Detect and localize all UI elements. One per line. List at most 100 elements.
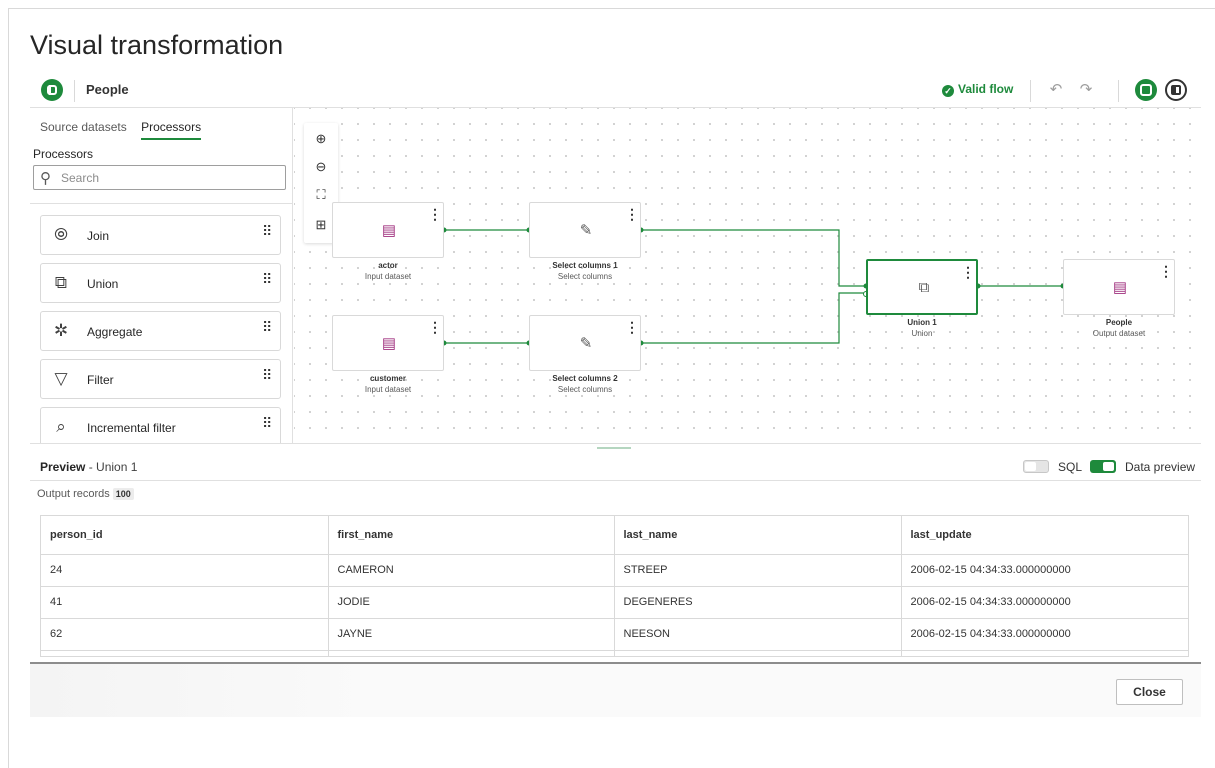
node-select-columns-2[interactable]: ✎ ⋮ xyxy=(529,315,641,371)
table-cell: CAMERON xyxy=(328,554,615,587)
table-cell: NEESON xyxy=(614,618,902,651)
sql-toggle[interactable] xyxy=(1023,460,1049,473)
table-row: 62 JAYNE NEESON 2006-02-15 04:34:33.0000… xyxy=(41,618,1188,651)
node-subtitle: Union xyxy=(911,329,933,338)
union-icon: ⧉ xyxy=(918,279,930,296)
select-columns-icon: ✎ xyxy=(579,335,593,352)
edge-select2-union xyxy=(641,292,866,344)
column-header[interactable]: last_name xyxy=(614,516,902,555)
processor-union[interactable]: ⧉ Union ⠿ xyxy=(40,263,281,303)
select-columns-icon: ✎ xyxy=(579,222,593,239)
close-button[interactable]: Close xyxy=(1116,679,1183,705)
drag-handle-icon[interactable]: ⠿ xyxy=(262,224,272,238)
preview-label: Preview xyxy=(40,460,86,474)
more-options-icon[interactable]: ⋮ xyxy=(1159,264,1173,278)
undo-icon[interactable]: ↶ xyxy=(1046,80,1066,98)
edge-select1-union xyxy=(641,229,866,287)
union-icon: ⧉ xyxy=(54,273,68,292)
search-box: ⚲ xyxy=(33,165,286,190)
sql-toggle-label: SQL xyxy=(1058,460,1083,474)
data-preview-toggle[interactable] xyxy=(1090,460,1116,473)
processor-label: Union xyxy=(87,277,119,291)
resize-handle[interactable] xyxy=(597,447,631,449)
table-cell: JAYNE xyxy=(328,618,615,651)
processor-label: Join xyxy=(87,229,110,243)
processor-label: Incremental filter xyxy=(87,421,176,435)
preview-separator: - xyxy=(85,460,97,474)
more-options-icon[interactable]: ⋮ xyxy=(428,320,442,334)
toolbar-divider xyxy=(1118,80,1119,102)
flow-panel-toggle-icon[interactable] xyxy=(41,79,63,101)
flow-canvas[interactable]: ⊕ ⊖ ⛶ ⊞ ▤ ⋮ actor Input dataset ✎ ⋮ Sele… xyxy=(294,108,1201,443)
table-header-row: person_id first_name last_name last_upda… xyxy=(41,516,1188,555)
node-title: Union 1 xyxy=(907,318,937,327)
output-records-count: 100 xyxy=(112,488,134,500)
table-cell: 2006-02-15 04:34:33.000000000 xyxy=(901,586,1188,619)
node-title: Select columns 2 xyxy=(552,374,618,383)
drag-handle-icon[interactable]: ⠿ xyxy=(262,272,272,286)
table-cell: JODIE xyxy=(328,586,615,619)
aggregate-icon: ✲ xyxy=(53,321,69,340)
table-cell: STREEP xyxy=(614,554,902,587)
more-options-icon[interactable]: ⋮ xyxy=(961,265,975,279)
node-title: customer xyxy=(369,374,406,383)
check-circle-icon: ✓ xyxy=(942,85,954,97)
flow-status: ✓ Valid flow xyxy=(942,82,1013,97)
table-row: 24 CAMERON STREEP 2006-02-15 04:34:33.00… xyxy=(41,554,1188,587)
tab-processors[interactable]: Processors xyxy=(141,120,202,140)
redo-icon[interactable]: ↷ xyxy=(1076,80,1096,98)
preview-panel-toggle-icon[interactable] xyxy=(1135,79,1157,101)
more-options-icon[interactable]: ⋮ xyxy=(428,207,442,221)
drag-handle-icon[interactable]: ⠿ xyxy=(262,416,272,430)
dialog-footer xyxy=(30,664,1201,717)
zoom-in-icon[interactable]: ⊕ xyxy=(304,125,338,153)
data-preview-toggle-label: Data preview xyxy=(1125,460,1196,474)
dataset-icon: ▤ xyxy=(1112,279,1128,296)
node-subtitle: Input dataset xyxy=(364,272,412,281)
node-title: actor xyxy=(378,261,398,270)
processor-filter[interactable]: ▽ Filter ⠿ xyxy=(40,359,281,399)
column-header[interactable]: last_update xyxy=(901,516,1188,555)
flow-status-label: Valid flow xyxy=(958,82,1014,96)
flow-toolbar: People ✓ Valid flow ↶ ↷ xyxy=(30,72,1201,108)
processor-label: Aggregate xyxy=(87,325,143,339)
node-customer[interactable]: ▤ ⋮ xyxy=(332,315,444,371)
processor-join[interactable]: ⦾ Join ⠿ xyxy=(40,215,281,255)
preview-table[interactable]: person_id first_name last_name last_upda… xyxy=(40,515,1189,657)
divider xyxy=(30,203,292,204)
search-input[interactable] xyxy=(61,170,271,186)
table-cell xyxy=(614,650,902,656)
node-select-columns-1[interactable]: ✎ ⋮ xyxy=(529,202,641,258)
column-header[interactable]: person_id xyxy=(41,516,329,555)
processor-aggregate[interactable]: ✲ Aggregate ⠿ xyxy=(40,311,281,351)
preview-title: Preview - Union 1 xyxy=(40,460,137,474)
node-union-1[interactable]: ⧉ ⋮ xyxy=(866,259,978,315)
toolbar-divider xyxy=(74,80,75,102)
flow-name: People xyxy=(86,82,129,97)
node-subtitle: Input dataset xyxy=(364,385,412,394)
properties-panel-toggle-icon[interactable] xyxy=(1165,79,1187,101)
table-cell xyxy=(328,650,615,656)
more-options-icon[interactable]: ⋮ xyxy=(625,320,639,334)
processor-incremental-filter[interactable]: ⌕ Incremental filter ⠿ xyxy=(40,407,281,443)
incremental-filter-icon: ⌕ xyxy=(56,417,66,436)
node-people[interactable]: ▤ ⋮ xyxy=(1063,259,1175,315)
preview-target: Union 1 xyxy=(96,460,138,474)
node-subtitle: Select columns xyxy=(557,385,613,394)
node-title: People xyxy=(1105,318,1133,327)
node-actor[interactable]: ▤ ⋮ xyxy=(332,202,444,258)
table-row: 41 JODIE DEGENERES 2006-02-15 04:34:33.0… xyxy=(41,586,1188,619)
zoom-out-icon[interactable]: ⊖ xyxy=(304,153,338,181)
drag-handle-icon[interactable]: ⠿ xyxy=(262,320,272,334)
table-cell: 2006-02-15 04:34:33.000000000 xyxy=(901,618,1188,651)
table-cell: 2006-02-15 04:34:33.000000000 xyxy=(901,554,1188,587)
table-row xyxy=(41,650,1188,656)
drag-handle-icon[interactable]: ⠿ xyxy=(262,368,272,382)
output-records-label: Output records xyxy=(37,488,110,500)
column-header[interactable]: first_name xyxy=(328,516,615,555)
output-records: Output records 100 xyxy=(37,488,134,500)
table-cell: DEGENERES xyxy=(614,586,902,619)
node-subtitle: Output dataset xyxy=(1092,329,1146,338)
tab-source-datasets[interactable]: Source datasets xyxy=(40,120,127,138)
more-options-icon[interactable]: ⋮ xyxy=(625,207,639,221)
